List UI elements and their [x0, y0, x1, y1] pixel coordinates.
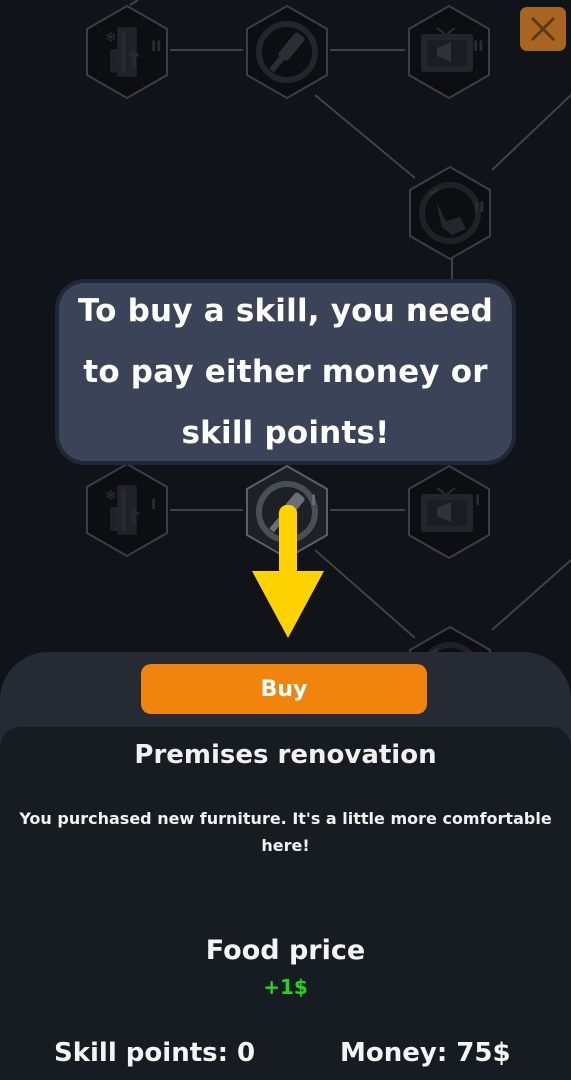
- node-level-label: II: [473, 39, 483, 55]
- skill-description: You purchased new furniture. It's a litt…: [19, 809, 552, 855]
- node-level-label: I: [475, 493, 480, 509]
- skill-node-advertising-2[interactable]: II: [408, 5, 490, 99]
- tutorial-arrow-icon: [252, 505, 324, 638]
- buy-button[interactable]: Buy: [141, 664, 427, 714]
- skill-node-freezer-2[interactable]: ❄ II: [86, 5, 168, 99]
- close-icon: [530, 16, 556, 42]
- effect-stat-value: +1$: [263, 975, 308, 999]
- skill-title: Premises renovation: [134, 740, 437, 770]
- tv-megaphone-icon: [421, 487, 473, 532]
- money-counter: Money: 75$: [340, 1038, 511, 1068]
- tutorial-tooltip: To buy a skill, you need to pay either m…: [55, 279, 516, 465]
- svg-text:❄: ❄: [105, 488, 117, 504]
- effect-stat-name: Food price: [205, 935, 366, 966]
- skill-node-advertising-1[interactable]: I: [408, 465, 490, 559]
- tv-megaphone-icon: [421, 27, 473, 72]
- tooltip-text: To buy a skill, you need to pay either m…: [77, 292, 494, 451]
- node-level-label: I: [151, 497, 156, 513]
- skill-info-card: [0, 727, 571, 1080]
- skill-node-renovation-2[interactable]: [246, 5, 328, 99]
- skill-points-counter: Skill points: 0: [54, 1038, 256, 1068]
- skill-node-service-2[interactable]: II: [409, 166, 491, 260]
- node-level-label: II: [151, 39, 161, 55]
- svg-text:❄: ❄: [105, 30, 117, 46]
- close-button[interactable]: [520, 7, 566, 51]
- node-level-label: II: [474, 200, 484, 216]
- skill-node-freezer-1[interactable]: ❄ I: [86, 463, 168, 557]
